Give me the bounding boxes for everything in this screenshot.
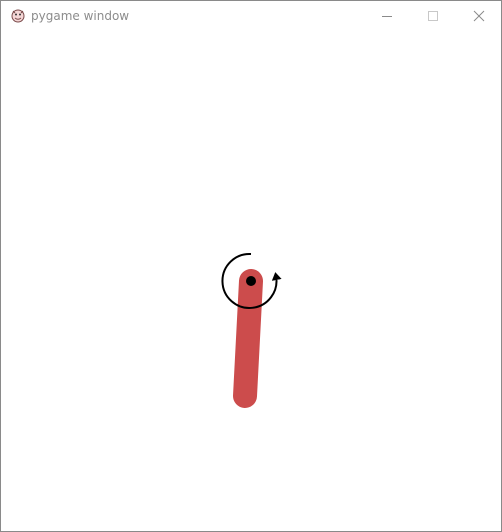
minimize-button[interactable] bbox=[364, 1, 410, 32]
pendulum-pole bbox=[233, 269, 263, 408]
pendulum-scene bbox=[221, 252, 282, 408]
game-canvas[interactable] bbox=[1, 32, 501, 531]
minimize-icon bbox=[382, 16, 392, 17]
window-title: pygame window bbox=[31, 9, 130, 23]
title-bar[interactable]: pygame window bbox=[1, 1, 501, 32]
maximize-icon bbox=[428, 11, 438, 21]
pygame-snake-icon bbox=[10, 8, 26, 24]
close-icon bbox=[473, 10, 485, 22]
pygame-window: pygame window bbox=[0, 0, 502, 532]
close-button[interactable] bbox=[456, 1, 502, 32]
maximize-button[interactable] bbox=[410, 1, 456, 32]
pivot-joint bbox=[246, 276, 256, 286]
